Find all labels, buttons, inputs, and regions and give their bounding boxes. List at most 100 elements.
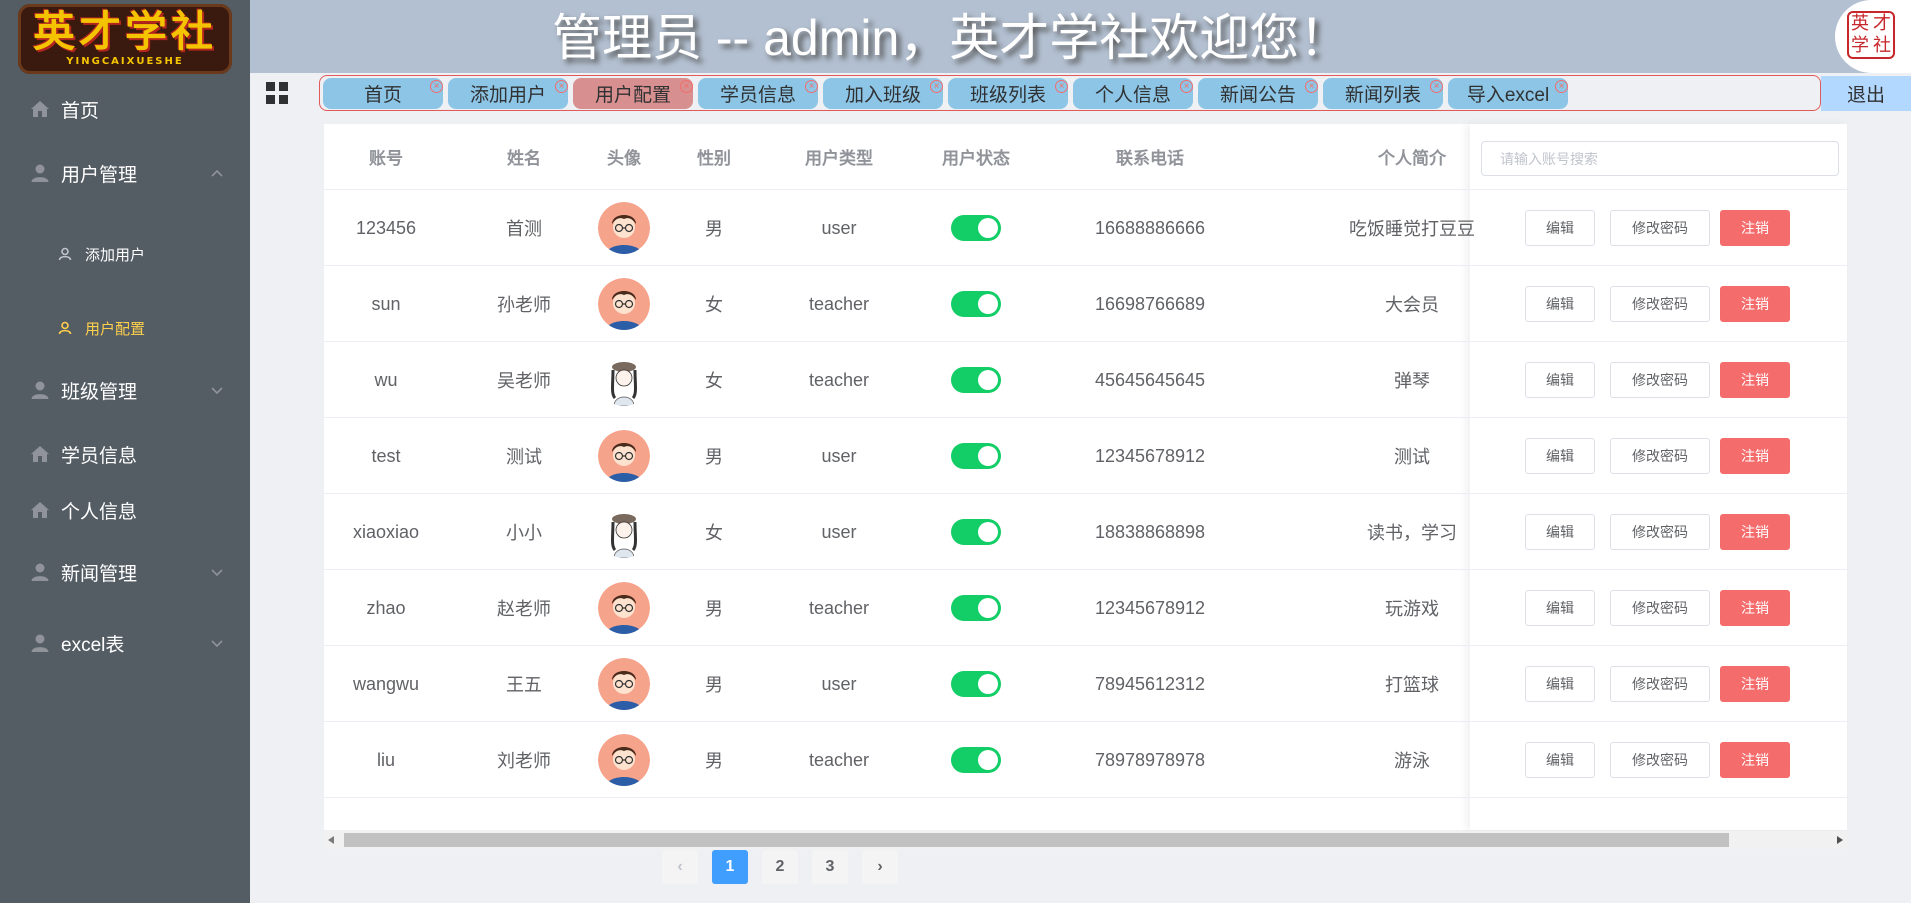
table-row: sun 孙老师 女 teacher 16698766689 大会员 编辑 修改密码 注销 [324,265,1847,341]
logout-button[interactable]: 退出 [1821,76,1911,111]
cell-phone: 16688886666 [1094,217,1206,238]
chevron-down-icon[interactable] [210,636,224,650]
edit-button[interactable]: 编辑 [1525,514,1595,550]
user-avatar[interactable]: 英 才 学 社 [1835,0,1911,73]
edit-button[interactable]: 编辑 [1525,286,1595,322]
tab-1[interactable]: 添加用户 × [448,78,568,109]
change-password-button[interactable]: 修改密码 [1610,590,1710,626]
status-toggle[interactable] [951,595,1001,621]
tab-6[interactable]: 个人信息 × [1073,78,1193,109]
tab-close-icon[interactable]: × [430,80,443,93]
chevron-down-icon[interactable] [210,565,224,579]
edit-button[interactable]: 编辑 [1525,362,1595,398]
cell-account: sun [371,293,401,314]
delete-button[interactable]: 注销 [1720,590,1790,626]
girl-avatar [598,354,650,406]
search-input[interactable] [1481,141,1839,176]
horizontal-scrollbar[interactable] [324,831,1847,849]
prev-page-button[interactable]: ‹ [662,850,698,884]
cell-type: user [821,445,857,466]
page-button[interactable]: 3 [812,850,848,884]
table-row: test 测试 男 user 12345678912 测试 编辑 修改密码 注销 [324,417,1847,493]
tab-close-icon[interactable]: × [680,80,693,93]
sidebar-subitem-label: 添加用户 [85,246,146,264]
delete-button[interactable]: 注销 [1720,210,1790,246]
tab-label: 新闻公告 [1219,85,1296,106]
scroll-right-arrow-icon[interactable] [1837,836,1843,844]
tab-8[interactable]: 新闻列表 × [1323,78,1443,109]
status-toggle[interactable] [951,747,1001,773]
tab-close-icon[interactable]: × [1180,80,1193,93]
edit-button[interactable]: 编辑 [1525,590,1595,626]
change-password-button[interactable]: 修改密码 [1610,286,1710,322]
change-password-button[interactable]: 修改密码 [1610,438,1710,474]
tab-close-icon[interactable]: × [555,80,568,93]
sidebar-item-6[interactable]: excel表 [0,615,250,671]
tab-0[interactable]: 首页 × [323,78,443,109]
change-password-button[interactable]: 修改密码 [1610,210,1710,246]
change-password-button[interactable]: 修改密码 [1610,514,1710,550]
delete-button[interactable]: 注销 [1720,286,1790,322]
tab-close-icon[interactable]: × [930,80,943,93]
change-password-button[interactable]: 修改密码 [1610,362,1710,398]
next-page-button[interactable]: › [862,850,898,884]
cell-type: user [821,521,857,542]
tab-5[interactable]: 班级列表 × [948,78,1068,109]
user-table: 账号 姓名 头像 性别 用户类型 用户状态 联系电话 个人简介 123456 首测 男 user 16… [324,124,1847,830]
tab-close-icon[interactable]: × [1555,80,1568,93]
tab-2[interactable]: 用户配置 × [573,78,693,109]
delete-button[interactable]: 注销 [1720,438,1790,474]
sidebar-subitem-1[interactable]: 用户配置 [0,300,250,356]
seal-char: 才 [1873,13,1891,34]
cell-gender: 男 [705,751,723,771]
delete-button[interactable]: 注销 [1720,362,1790,398]
cell-gender: 女 [705,523,723,543]
sidebar-item-5[interactable]: 新闻管理 [0,544,250,600]
page-button[interactable]: 2 [762,850,798,884]
cell-gender: 男 [705,219,723,239]
sidebar-item-label: excel表 [61,634,125,656]
page-button[interactable]: 1 [712,850,748,884]
delete-button[interactable]: 注销 [1720,514,1790,550]
tab-7[interactable]: 新闻公告 × [1198,78,1318,109]
tab-close-icon[interactable]: × [1305,80,1318,93]
scrollbar-thumb[interactable] [344,833,1729,847]
seal-char: 学 [1851,35,1869,56]
sidebar-item-1[interactable]: 用户管理 [0,145,250,201]
status-toggle[interactable] [951,291,1001,317]
status-toggle[interactable] [951,367,1001,393]
tab-9[interactable]: 导入excel × [1448,78,1568,109]
sidebar-subitem-0[interactable]: 添加用户 [0,226,250,282]
tab-close-icon[interactable]: × [1430,80,1443,93]
tab-close-icon[interactable]: × [805,80,818,93]
tab-label: 添加用户 [469,85,546,106]
status-toggle[interactable] [951,443,1001,469]
tab-close-icon[interactable]: × [1055,80,1068,93]
status-toggle[interactable] [951,519,1001,545]
table-row: 123456 首测 男 user 16688886666 吃饭睡觉打豆豆 编辑 修改密码 注销 [324,189,1847,265]
scroll-left-arrow-icon[interactable] [328,836,334,844]
boy-avatar [598,582,650,634]
edit-button[interactable]: 编辑 [1525,210,1595,246]
home-icon [31,446,49,462]
cell-account: xiaoxiao [352,521,420,542]
chevron-down-icon[interactable] [210,383,224,397]
cell-name: 赵老师 [497,599,551,619]
tab-4[interactable]: 加入班级 × [823,78,943,109]
sidebar-item-0[interactable]: 首页 [0,81,250,137]
sidebar-item-2[interactable]: 班级管理 [0,362,250,418]
edit-button[interactable]: 编辑 [1525,666,1595,702]
edit-button[interactable]: 编辑 [1525,742,1595,778]
status-toggle[interactable] [951,671,1001,697]
status-toggle[interactable] [951,215,1001,241]
change-password-button[interactable]: 修改密码 [1610,742,1710,778]
chevron-up-icon[interactable] [210,166,224,180]
sidebar-item-3[interactable]: 学员信息 [0,426,250,482]
edit-button[interactable]: 编辑 [1525,438,1595,474]
change-password-button[interactable]: 修改密码 [1610,666,1710,702]
sidebar-item-4[interactable]: 个人信息 [0,482,250,538]
grid-menu-icon[interactable] [266,82,288,104]
delete-button[interactable]: 注销 [1720,742,1790,778]
delete-button[interactable]: 注销 [1720,666,1790,702]
tab-3[interactable]: 学员信息 × [698,78,818,109]
